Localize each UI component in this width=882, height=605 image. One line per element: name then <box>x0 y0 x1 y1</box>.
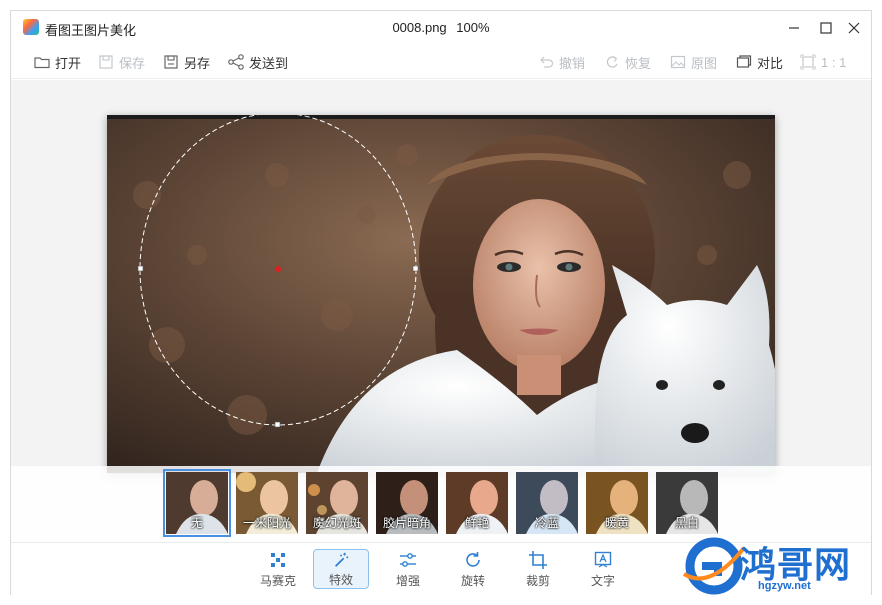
crop-button[interactable]: 裁剪 <box>510 549 566 589</box>
filter-film-vignette[interactable]: 胶片暗角 <box>376 472 438 534</box>
file-info: 0008.png 100% <box>11 20 871 35</box>
save-as-icon <box>164 55 178 69</box>
mosaic-label: 马赛克 <box>259 574 296 588</box>
filter-label: 无 <box>190 516 203 530</box>
close-button[interactable] <box>839 15 869 41</box>
filter-vivid[interactable]: 鲜艳 <box>446 472 508 534</box>
redo-button[interactable]: 恢复 <box>603 51 651 73</box>
open-label: 打开 <box>55 55 82 71</box>
filter-label: 胶片暗角 <box>382 516 431 530</box>
app-window: 看图王图片美化 0008.png 100% 打开 保存 另存 发送到 撤销 恢复… <box>10 10 872 596</box>
filter-label: 一米阳光 <box>242 516 291 530</box>
save-as-button[interactable]: 另存 <box>162 51 210 73</box>
save-icon <box>99 55 113 69</box>
mosaic-icon <box>271 553 285 567</box>
mosaic-button[interactable]: 马赛克 <box>250 549 306 589</box>
compare-label: 对比 <box>757 55 784 71</box>
title-bar: 看图王图片美化 0008.png 100% <box>11 11 871 45</box>
text-label: 文字 <box>590 574 615 588</box>
redo-label: 恢复 <box>625 55 652 71</box>
photo[interactable] <box>107 115 775 473</box>
filter-sunshine[interactable]: 一米阳光 <box>236 472 298 534</box>
save-label: 保存 <box>119 55 146 71</box>
effects-button[interactable]: 特效 <box>313 549 369 589</box>
undo-icon <box>540 56 554 68</box>
toolbar: 打开 保存 另存 发送到 撤销 恢复 原图 对比 1: 1 <box>11 45 871 79</box>
save-button[interactable]: 保存 <box>97 51 145 73</box>
filter-cool-blue[interactable]: 冷蓝 <box>516 472 578 534</box>
undo-button[interactable]: 撤销 <box>537 51 585 73</box>
minimize-icon <box>789 27 799 29</box>
original-label: 原图 <box>691 55 718 71</box>
minimize-button[interactable] <box>779 15 809 41</box>
filter-label: 冷蓝 <box>534 516 559 530</box>
compare-button[interactable]: 对比 <box>735 51 783 73</box>
effects-label: 特效 <box>328 573 353 587</box>
redo-icon <box>606 55 618 68</box>
file-name: 0008.png <box>392 20 447 35</box>
share-icon <box>228 54 244 70</box>
crop-icon <box>529 551 547 569</box>
sliders-icon <box>400 553 416 567</box>
filter-label: 黑白 <box>674 516 699 530</box>
actual-size-label: 1 : 1 <box>821 54 847 70</box>
open-button[interactable]: 打开 <box>33 51 81 73</box>
maximize-button[interactable] <box>811 15 841 41</box>
rotate-label: 旋转 <box>460 574 485 588</box>
rotate-icon <box>466 552 480 567</box>
filter-label: 鲜艳 <box>464 516 489 530</box>
undo-label: 撤销 <box>559 55 586 71</box>
compare-icon <box>736 55 752 68</box>
enhance-button[interactable]: 增强 <box>380 549 436 589</box>
watermark-url: hgzyw.net <box>758 580 811 592</box>
magic-wand-icon <box>334 552 349 567</box>
send-to-button[interactable]: 发送到 <box>227 51 288 73</box>
enhance-label: 增强 <box>395 574 420 588</box>
portrait-image <box>107 115 775 473</box>
filter-bokeh[interactable]: 魔幻光斑 <box>306 472 368 534</box>
filter-none[interactable]: 无 <box>163 469 231 537</box>
filter-label: 魔幻光斑 <box>312 516 361 530</box>
text-button[interactable]: 文字 <box>575 549 631 589</box>
filter-black-white[interactable]: 黑白 <box>656 472 718 534</box>
zoom-level: 100% <box>456 20 490 35</box>
fit-icon <box>800 54 816 70</box>
text-icon <box>594 551 612 568</box>
folder-icon <box>34 57 50 69</box>
close-icon <box>848 22 860 34</box>
save-as-label: 另存 <box>184 55 211 71</box>
watermark: 鸿哥网 hgzyw.net <box>680 530 880 600</box>
send-to-label: 发送到 <box>249 55 289 71</box>
canvas-area: 无 一米阳光 魔幻光斑 胶片暗角 鲜艳 冷蓝 暖黄 黑白 <box>11 80 871 542</box>
actual-size-button[interactable]: 1 : 1 <box>799 51 846 73</box>
crop-label: 裁剪 <box>525 574 550 588</box>
maximize-icon <box>820 22 832 34</box>
image-icon <box>670 55 686 69</box>
filter-label: 暖黄 <box>604 516 629 530</box>
filter-warm-yellow[interactable]: 暖黄 <box>586 472 648 534</box>
original-button[interactable]: 原图 <box>669 51 717 73</box>
rotate-button[interactable]: 旋转 <box>445 549 501 589</box>
